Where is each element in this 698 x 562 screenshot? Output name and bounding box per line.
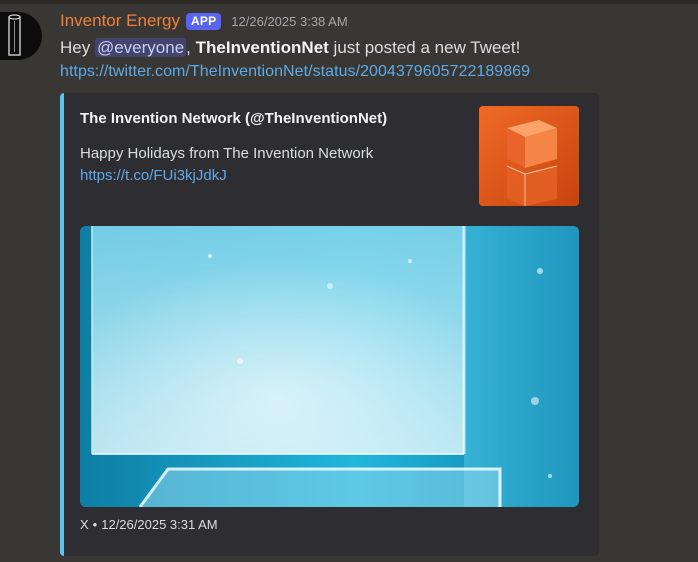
orange-cube-image-icon: [479, 106, 579, 206]
tweet-embed: The Invention Network (@TheInventionNet)…: [60, 93, 599, 556]
message-timestamp[interactable]: 12/26/2025 3:38 AM: [231, 14, 347, 29]
message-header: Inventor Energy APP 12/26/2025 3:38 AM: [60, 9, 348, 33]
battery-logo-icon: [8, 14, 21, 56]
message-content: Hey @everyone, TheInventionNet just post…: [60, 36, 530, 84]
tweet-author-name: TheInventionNet: [195, 38, 329, 57]
author-name[interactable]: Inventor Energy: [60, 11, 180, 31]
tweet-link[interactable]: https://twitter.com/TheInventionNet/stat…: [60, 60, 530, 84]
embed-title[interactable]: The Invention Network (@TheInventionNet): [80, 110, 387, 127]
everyone-mention[interactable]: @everyone: [94, 38, 187, 57]
message-text-suffix: just posted a new Tweet!: [328, 38, 521, 57]
embed-footer: X • 12/26/2025 3:31 AM: [80, 517, 218, 532]
embed-description: Happy Holidays from The Invention Networ…: [80, 143, 373, 187]
ice-cube-photo-icon: [80, 226, 579, 507]
embed-footer-time: 12/26/2025 3:31 AM: [101, 517, 218, 532]
embed-description-text: Happy Holidays from The Invention Networ…: [80, 145, 374, 162]
message-text-prefix: Hey: [60, 38, 95, 57]
app-badge: APP: [186, 12, 222, 30]
embed-accent-bar: [60, 93, 64, 556]
embed-footer-separator: •: [92, 517, 98, 532]
top-border: [0, 0, 698, 4]
embed-short-link[interactable]: https://t.co/FUi3kjJdkJ: [80, 165, 373, 187]
embed-image[interactable]: [80, 226, 579, 507]
embed-footer-source: X: [80, 517, 89, 532]
embed-thumbnail[interactable]: [479, 106, 579, 206]
message-text-comma: ,: [186, 38, 191, 57]
author-avatar[interactable]: [0, 12, 42, 60]
